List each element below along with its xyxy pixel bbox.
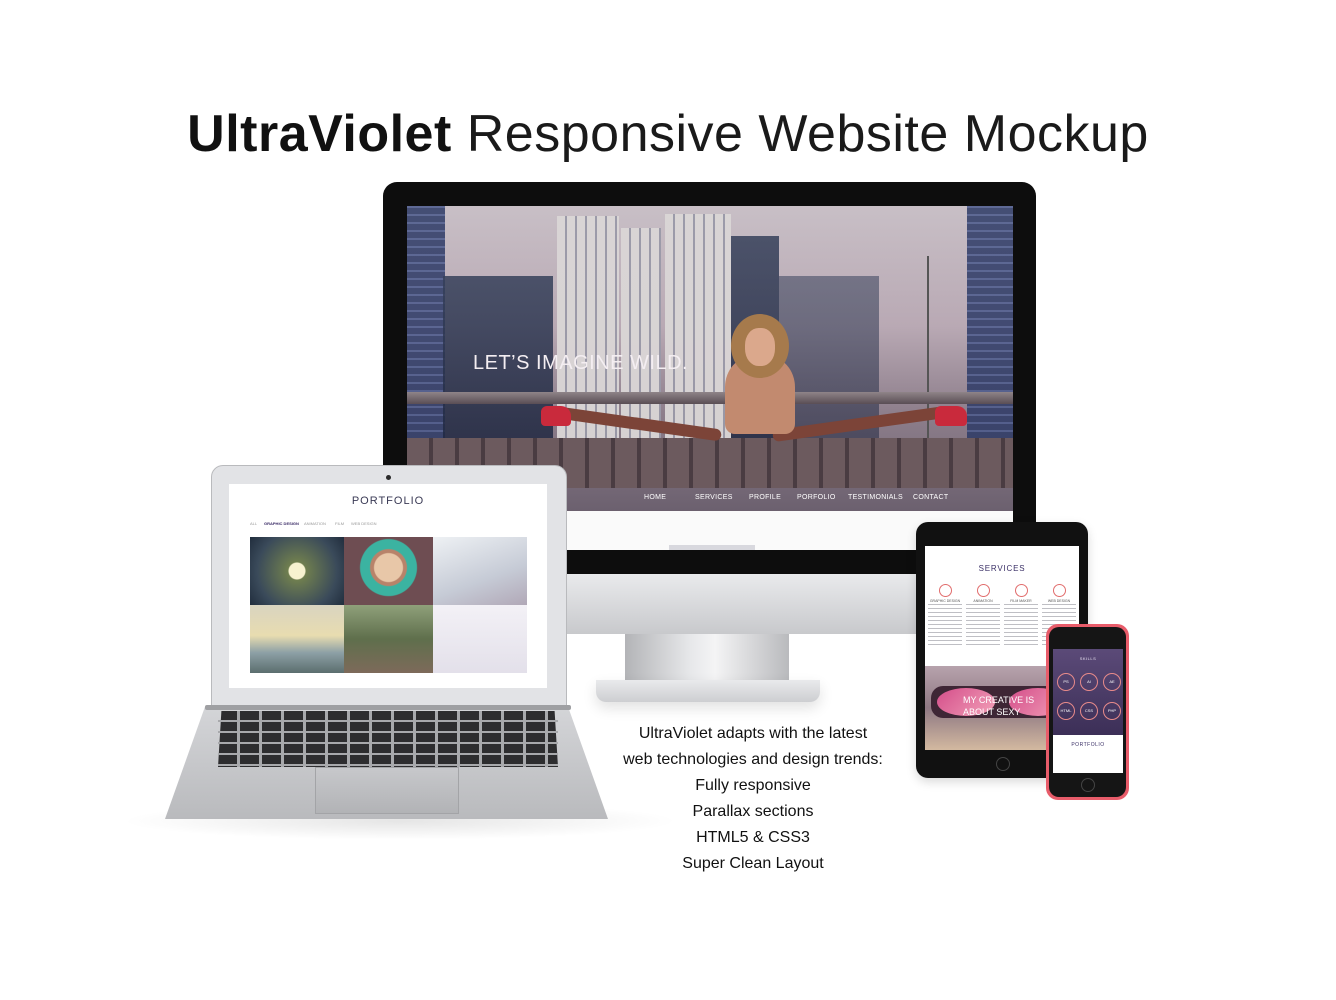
laptop-screen: PORTFOLIO ALL GRAPHIC DESIGN ANIMATION F… [229, 484, 547, 688]
feature-line: UltraViolet adapts with the latest [638, 725, 868, 742]
laptop-hinge [205, 705, 571, 710]
portfolio-title: PORTFOLIO [351, 495, 425, 507]
skills-title: SKILLS [1079, 656, 1097, 661]
title-light: Responsive Website Mockup [466, 105, 1149, 163]
hero-headline: LET’S IMAGINE WILD. [473, 352, 689, 374]
phone-screen: SKILLS PS AI AE HTML CSS PHP PORTFOLIO [1053, 649, 1123, 773]
hero-building [407, 206, 445, 446]
services-title: SERVICES [978, 564, 1026, 573]
laptop-trackpad [315, 767, 459, 814]
service-text [928, 604, 962, 648]
service-icon [976, 584, 990, 597]
nav-contact[interactable]: CONTACT [913, 494, 948, 501]
page-title: UltraViolet Responsive Website Mockup [0, 104, 1336, 164]
portfolio-tile-sea[interactable] [250, 605, 344, 673]
skill-ps: PS [1057, 673, 1075, 691]
hero-railing [407, 392, 1013, 404]
service-graphic-design[interactable]: GRAPHIC DESIGN [928, 584, 962, 603]
feature-line: web technologies and design trends: [623, 751, 883, 768]
hero-shoe [541, 406, 571, 426]
imac-section-heading [669, 545, 755, 550]
skill-php: PHP [1103, 702, 1121, 720]
camera-icon [386, 475, 391, 480]
filter-graphic-design[interactable]: GRAPHIC DESIGN [264, 521, 299, 526]
title-bold: UltraViolet [187, 105, 452, 163]
hero-building [621, 228, 661, 446]
camera-icon [1014, 584, 1028, 597]
skill-ae: AE [1103, 673, 1121, 691]
filter-web-design[interactable]: WEB DESIGN [351, 521, 377, 526]
service-text [966, 604, 1000, 648]
portfolio-tile-overlay[interactable] [433, 605, 527, 673]
service-text [1004, 604, 1038, 648]
filter-all[interactable]: ALL [250, 521, 257, 526]
hero-face [745, 328, 775, 366]
feature-line: Parallax sections [692, 803, 814, 820]
skill-html: HTML [1057, 702, 1075, 720]
portfolio-tile-blossom[interactable] [433, 537, 527, 605]
hero-building [665, 214, 731, 446]
feature-line: Fully responsive [695, 777, 811, 794]
nav-services[interactable]: SERVICES [695, 494, 733, 501]
skill-css: CSS [1080, 702, 1098, 720]
nav-testimonials[interactable]: TESTIMONIALS [848, 494, 903, 501]
feature-list: UltraViolet adapts with the latest web t… [590, 721, 916, 877]
portfolio-tile-dandelion[interactable] [250, 537, 344, 605]
tablet-quote: MY CREATIVE IS ABOUT SEXY [963, 695, 1035, 717]
service-film-maker[interactable]: FILM MAKER [1004, 584, 1038, 603]
home-button-icon[interactable] [1081, 778, 1095, 792]
service-web-design[interactable]: WEB DESIGN [1042, 584, 1076, 603]
portfolio-tile-field[interactable] [344, 605, 433, 673]
service-icon [938, 584, 952, 597]
home-button-icon[interactable] [996, 757, 1010, 771]
laptop-keyboard-rows [218, 711, 558, 767]
filter-film[interactable]: FILM [335, 521, 344, 526]
feature-line: Super Clean Layout [682, 855, 824, 872]
portfolio-tile-portrait[interactable] [344, 537, 433, 605]
hero-shoe [935, 406, 967, 426]
hero-building [967, 206, 1013, 446]
phone-portfolio-title: PORTFOLIO [1071, 742, 1105, 748]
filter-animation[interactable]: ANIMATION [304, 521, 326, 526]
phone-skills-section [1053, 649, 1123, 735]
skill-ai: AI [1080, 673, 1098, 691]
nav-profile[interactable]: PROFILE [749, 494, 781, 501]
imac-stand [625, 634, 789, 682]
imac-foot [596, 680, 820, 702]
nav-portfolio[interactable]: PORFOLIO [797, 494, 836, 501]
nav-home[interactable]: HOME [644, 494, 666, 501]
feature-line: HTML5 & CSS3 [696, 829, 810, 846]
service-animation[interactable]: ANIMATION [966, 584, 1000, 603]
cloud-icon [1052, 584, 1066, 597]
